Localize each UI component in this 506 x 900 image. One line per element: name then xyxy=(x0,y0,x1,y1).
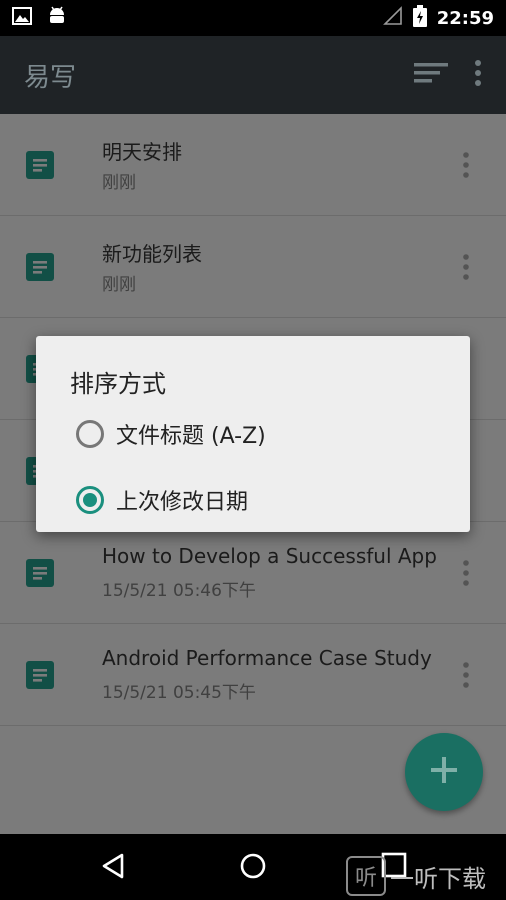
note-time: 刚刚 xyxy=(102,275,136,295)
add-note-button[interactable] xyxy=(405,733,483,811)
plus-icon xyxy=(429,755,459,789)
option-label: 上次修改日期 xyxy=(116,490,249,515)
note-item[interactable]: Android Performance Case Study 15/5/21 0… xyxy=(0,624,506,726)
sort-by-date-option[interactable]: 上次修改日期 xyxy=(76,484,248,516)
battery-charging-icon xyxy=(412,4,427,32)
watermark-logo: 听 xyxy=(346,856,386,896)
image-notification-icon xyxy=(12,7,32,29)
note-title: 明天安排 xyxy=(102,140,182,164)
item-overflow-icon[interactable] xyxy=(456,252,476,282)
status-time: 22:59 xyxy=(436,7,494,29)
note-title: How to Develop a Successful App xyxy=(102,544,437,568)
sort-dialog: 排序方式 文件标题 (A-Z) 上次修改日期 xyxy=(36,336,470,532)
item-overflow-icon[interactable] xyxy=(456,150,476,180)
watermark-text: 一听下载 xyxy=(390,864,486,893)
note-document-icon xyxy=(26,253,54,281)
signal-icon xyxy=(382,5,403,31)
radio-checked-icon[interactable] xyxy=(76,486,104,514)
watermark: 听 一听下载 xyxy=(346,856,486,896)
note-time: 刚刚 xyxy=(102,173,136,193)
app-title: 易写 xyxy=(24,62,77,93)
note-time: 15/5/21 05:46下午 xyxy=(102,581,256,601)
android-notification-icon xyxy=(48,6,66,30)
note-item[interactable]: How to Develop a Successful App 15/5/21 … xyxy=(0,522,506,624)
app-bar: 易写 xyxy=(0,36,506,114)
sort-icon[interactable] xyxy=(414,61,448,89)
status-bar: 22:59 xyxy=(0,0,506,36)
home-icon[interactable] xyxy=(239,852,267,884)
note-title: Android Performance Case Study xyxy=(102,646,432,670)
note-item[interactable]: 新功能列表 刚刚 xyxy=(0,216,506,318)
overflow-menu-icon[interactable] xyxy=(474,60,482,90)
radio-unchecked-icon[interactable] xyxy=(76,420,104,448)
note-time: 15/5/21 05:45下午 xyxy=(102,683,256,703)
back-icon[interactable] xyxy=(100,852,126,884)
option-label: 文件标题 (A-Z) xyxy=(116,424,266,449)
note-document-icon xyxy=(26,559,54,587)
note-document-icon xyxy=(26,151,54,179)
note-item[interactable]: 明天安排 刚刚 xyxy=(0,114,506,216)
item-overflow-icon[interactable] xyxy=(456,660,476,690)
item-overflow-icon[interactable] xyxy=(456,558,476,588)
note-document-icon xyxy=(26,661,54,689)
sort-by-title-option[interactable]: 文件标题 (A-Z) xyxy=(76,418,266,450)
dialog-title: 排序方式 xyxy=(70,370,166,398)
note-title: 新功能列表 xyxy=(102,242,202,266)
